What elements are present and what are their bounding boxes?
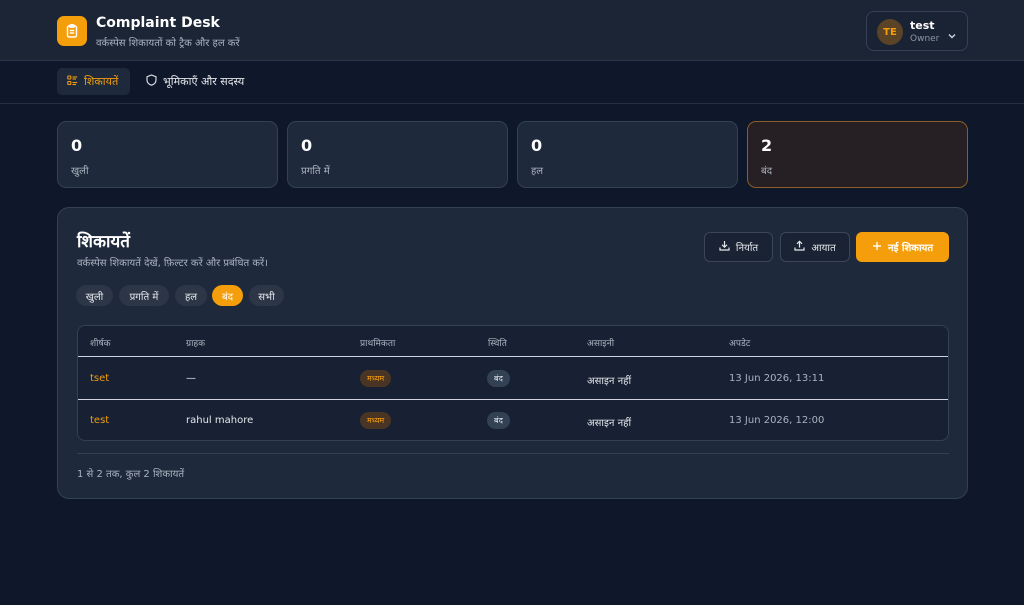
cell-title[interactable]: test	[90, 415, 109, 426]
cell-assignee: असाइन नहीं	[587, 376, 632, 387]
cell-assignee: असाइन नहीं	[587, 418, 632, 429]
shield-icon	[146, 74, 157, 89]
list-icon	[67, 74, 78, 89]
col-assignee[interactable]: असाइनी	[587, 336, 614, 349]
filter-resolved[interactable]: हल	[175, 285, 207, 306]
upload-icon	[794, 240, 805, 254]
complaints-panel: शिकायतें वर्कस्पेस शिकायतें देखें, फ़िल्…	[57, 207, 968, 499]
complaints-table: शीर्षक ग्राहक प्राथमिकता स्थिति असाइनी अ…	[77, 325, 949, 441]
user-name: test	[910, 19, 935, 32]
divider	[77, 453, 949, 454]
table-header: शीर्षक ग्राहक प्राथमिकता स्थिति असाइनी अ…	[78, 326, 948, 357]
panel-title: शिकायतें	[77, 232, 130, 252]
stat-value: 0	[531, 136, 543, 155]
table-row[interactable]: test rahul mahore मध्यम बंद असाइन नहीं 1…	[78, 400, 948, 440]
import-label: आयात	[811, 243, 836, 254]
stat-label: प्रगति में	[301, 166, 330, 177]
export-label: निर्यात	[735, 243, 759, 254]
col-customer[interactable]: ग्राहक	[186, 336, 205, 349]
stat-card-resolved[interactable]: 0 हल	[517, 121, 738, 188]
stat-label: खुली	[71, 166, 89, 177]
table-row[interactable]: tset — मध्यम बंद असाइन नहीं 13 Jun 2026,…	[78, 358, 948, 400]
new-complaint-label: नई शिकायत	[887, 243, 934, 254]
filter-open[interactable]: खुली	[76, 285, 113, 306]
col-updated[interactable]: अपडेट	[729, 336, 750, 349]
app-header: Complaint Desk वर्कस्पेस शिकायतों को ट्र…	[0, 0, 1024, 61]
status-badge: बंद	[487, 412, 510, 429]
download-icon	[719, 240, 730, 254]
stat-label: बंद	[761, 166, 773, 177]
main-nav: शिकायतें भूमिकाएँ और सदस्य	[0, 61, 1024, 104]
plus-icon	[872, 241, 882, 254]
filter-in-progress[interactable]: प्रगति में	[119, 285, 169, 306]
col-status[interactable]: स्थिति	[488, 336, 507, 349]
stat-value: 0	[301, 136, 313, 155]
priority-badge: मध्यम	[360, 412, 392, 429]
panel-subtitle: वर्कस्पेस शिकायतें देखें, फ़िल्टर करें औ…	[77, 258, 268, 269]
app-title: Complaint Desk	[96, 15, 220, 31]
cell-updated: 13 Jun 2026, 12:00	[729, 415, 825, 426]
stat-card-closed[interactable]: 2 बंद	[747, 121, 968, 188]
priority-badge: मध्यम	[360, 370, 392, 387]
col-priority[interactable]: प्राथमिकता	[360, 336, 395, 349]
clipboard-icon	[57, 16, 87, 46]
avatar: TE	[877, 19, 903, 45]
filter-closed[interactable]: बंद	[212, 285, 243, 306]
tab-roles-members[interactable]: भूमिकाएँ और सदस्य	[136, 68, 254, 95]
stat-card-in-progress[interactable]: 0 प्रगति में	[287, 121, 508, 188]
cell-title[interactable]: tset	[90, 373, 109, 384]
tab-complaints-label: शिकायतें	[84, 75, 119, 88]
filter-all[interactable]: सभी	[249, 285, 284, 306]
stat-value: 2	[761, 136, 773, 155]
chevron-down-icon	[947, 26, 957, 45]
tab-complaints[interactable]: शिकायतें	[57, 68, 130, 95]
cell-customer: rahul mahore	[186, 415, 254, 426]
cell-updated: 13 Jun 2026, 13:11	[729, 373, 825, 384]
user-role: Owner	[910, 34, 940, 44]
status-badge: बंद	[487, 370, 510, 387]
export-button[interactable]: निर्यात	[704, 232, 773, 262]
tab-roles-members-label: भूमिकाएँ और सदस्य	[163, 75, 245, 88]
app-subtitle: वर्कस्पेस शिकायतों को ट्रैक और हल करें	[96, 38, 240, 49]
import-button[interactable]: आयात	[780, 232, 850, 262]
cell-customer: —	[186, 373, 196, 384]
stat-card-open[interactable]: 0 खुली	[57, 121, 278, 188]
col-title[interactable]: शीर्षक	[90, 336, 111, 349]
pagination-summary: 1 से 2 तक, कुल 2 शिकायतें	[77, 469, 185, 480]
stat-label: हल	[531, 166, 544, 177]
user-menu[interactable]: TE test Owner	[866, 11, 968, 51]
new-complaint-button[interactable]: नई शिकायत	[856, 232, 949, 262]
stat-value: 0	[71, 136, 83, 155]
